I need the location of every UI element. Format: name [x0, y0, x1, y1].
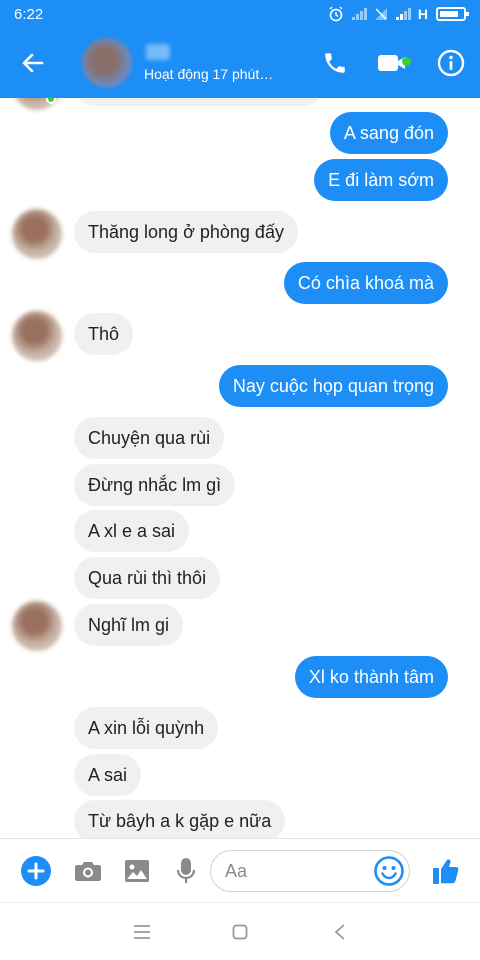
alarm-icon: [329, 6, 343, 22]
message-bubble-in[interactable]: A xl e a sai: [74, 510, 190, 552]
back-arrow-icon: [22, 53, 44, 73]
video-online-dot: [402, 57, 411, 66]
message-bubble-in[interactable]: Chuyện qua rùi: [74, 417, 225, 459]
message-bubble-out[interactable]: Nay cuộc họp quan trọng: [218, 365, 448, 407]
message-bubble-in[interactable]: A sai: [74, 754, 142, 796]
message-bubble-in[interactable]: Từ bâyh a k gặp e nữa: [74, 800, 286, 838]
battery-icon: [436, 7, 469, 21]
call-button[interactable]: [306, 28, 364, 98]
message-bubble-out[interactable]: A sang đón: [329, 112, 448, 154]
contact-avatar[interactable]: [82, 38, 132, 88]
online-indicator: [46, 98, 56, 104]
thumbs-up-icon: [433, 859, 459, 884]
like-button[interactable]: [426, 851, 466, 891]
gallery-button[interactable]: [117, 851, 157, 891]
back-icon: [334, 924, 345, 940]
sender-avatar: [12, 209, 62, 259]
emoji-icon[interactable]: [373, 855, 405, 887]
sender-avatar: [12, 601, 62, 651]
message-bubble-out[interactable]: Xl ko thành tâm: [294, 656, 448, 698]
message-bubble-in[interactable]: Thăng long ở phòng đấy: [74, 211, 298, 253]
contact-name-blurred: [146, 44, 170, 60]
signal-icon-2: [395, 8, 411, 20]
contact-active-status: Hoạt động 17 phút…: [144, 66, 274, 82]
home-icon: [232, 924, 248, 940]
message-bubble-in[interactable]: Thô: [74, 313, 134, 355]
status-time: 6:22: [14, 5, 44, 23]
messenger-screen: 6:22 H Hoạt động 17 phút… A sang đón E đ…: [0, 0, 480, 960]
chat-header: Hoạt động 17 phút…: [0, 28, 480, 98]
status-bar: 6:22 H: [0, 0, 480, 28]
message-bubble-out[interactable]: Có chìa khoá mà: [283, 262, 448, 304]
info-icon: [437, 49, 465, 77]
message-bubble-in[interactable]: Nghĩ lm gi: [74, 604, 184, 646]
message-bubble-partial: [74, 98, 324, 106]
video-call-button[interactable]: [364, 28, 422, 98]
no-signal-icon: [374, 8, 387, 20]
camera-icon: [75, 862, 101, 881]
more-actions-button[interactable]: [16, 851, 56, 891]
recent-apps-button[interactable]: [127, 917, 157, 947]
home-button[interactable]: [225, 917, 255, 947]
microphone-icon: [176, 858, 196, 883]
signal-icon: [351, 8, 367, 20]
contact-info[interactable]: Hoạt động 17 phút…: [144, 44, 306, 82]
message-bubble-in[interactable]: A xin lỗi quỳnh: [74, 707, 219, 749]
voice-button[interactable]: [166, 851, 206, 891]
plus-icon: [21, 856, 51, 886]
message-input[interactable]: [225, 851, 375, 891]
phone-icon: [325, 53, 345, 73]
system-navigation-bar: [0, 902, 480, 960]
message-input-wrapper: [210, 850, 410, 892]
system-back-button[interactable]: [325, 917, 355, 947]
message-bubble-out[interactable]: E đi làm sớm: [314, 159, 448, 201]
message-bubble-in[interactable]: Qua rùi thì thôi: [74, 557, 221, 599]
message-bubble-in[interactable]: Đừng nhắc lm gì: [74, 464, 236, 506]
info-button[interactable]: [422, 28, 480, 98]
menu-icon: [134, 925, 150, 939]
camera-button[interactable]: [68, 851, 108, 891]
status-icons: H: [328, 6, 469, 22]
message-list[interactable]: A sang đón E đi làm sớm Thăng long ở phò…: [0, 98, 480, 838]
network-type: H: [417, 6, 428, 22]
image-icon: [125, 860, 149, 882]
message-composer: [0, 838, 480, 902]
sender-avatar: [12, 311, 62, 361]
back-button[interactable]: [0, 28, 66, 98]
